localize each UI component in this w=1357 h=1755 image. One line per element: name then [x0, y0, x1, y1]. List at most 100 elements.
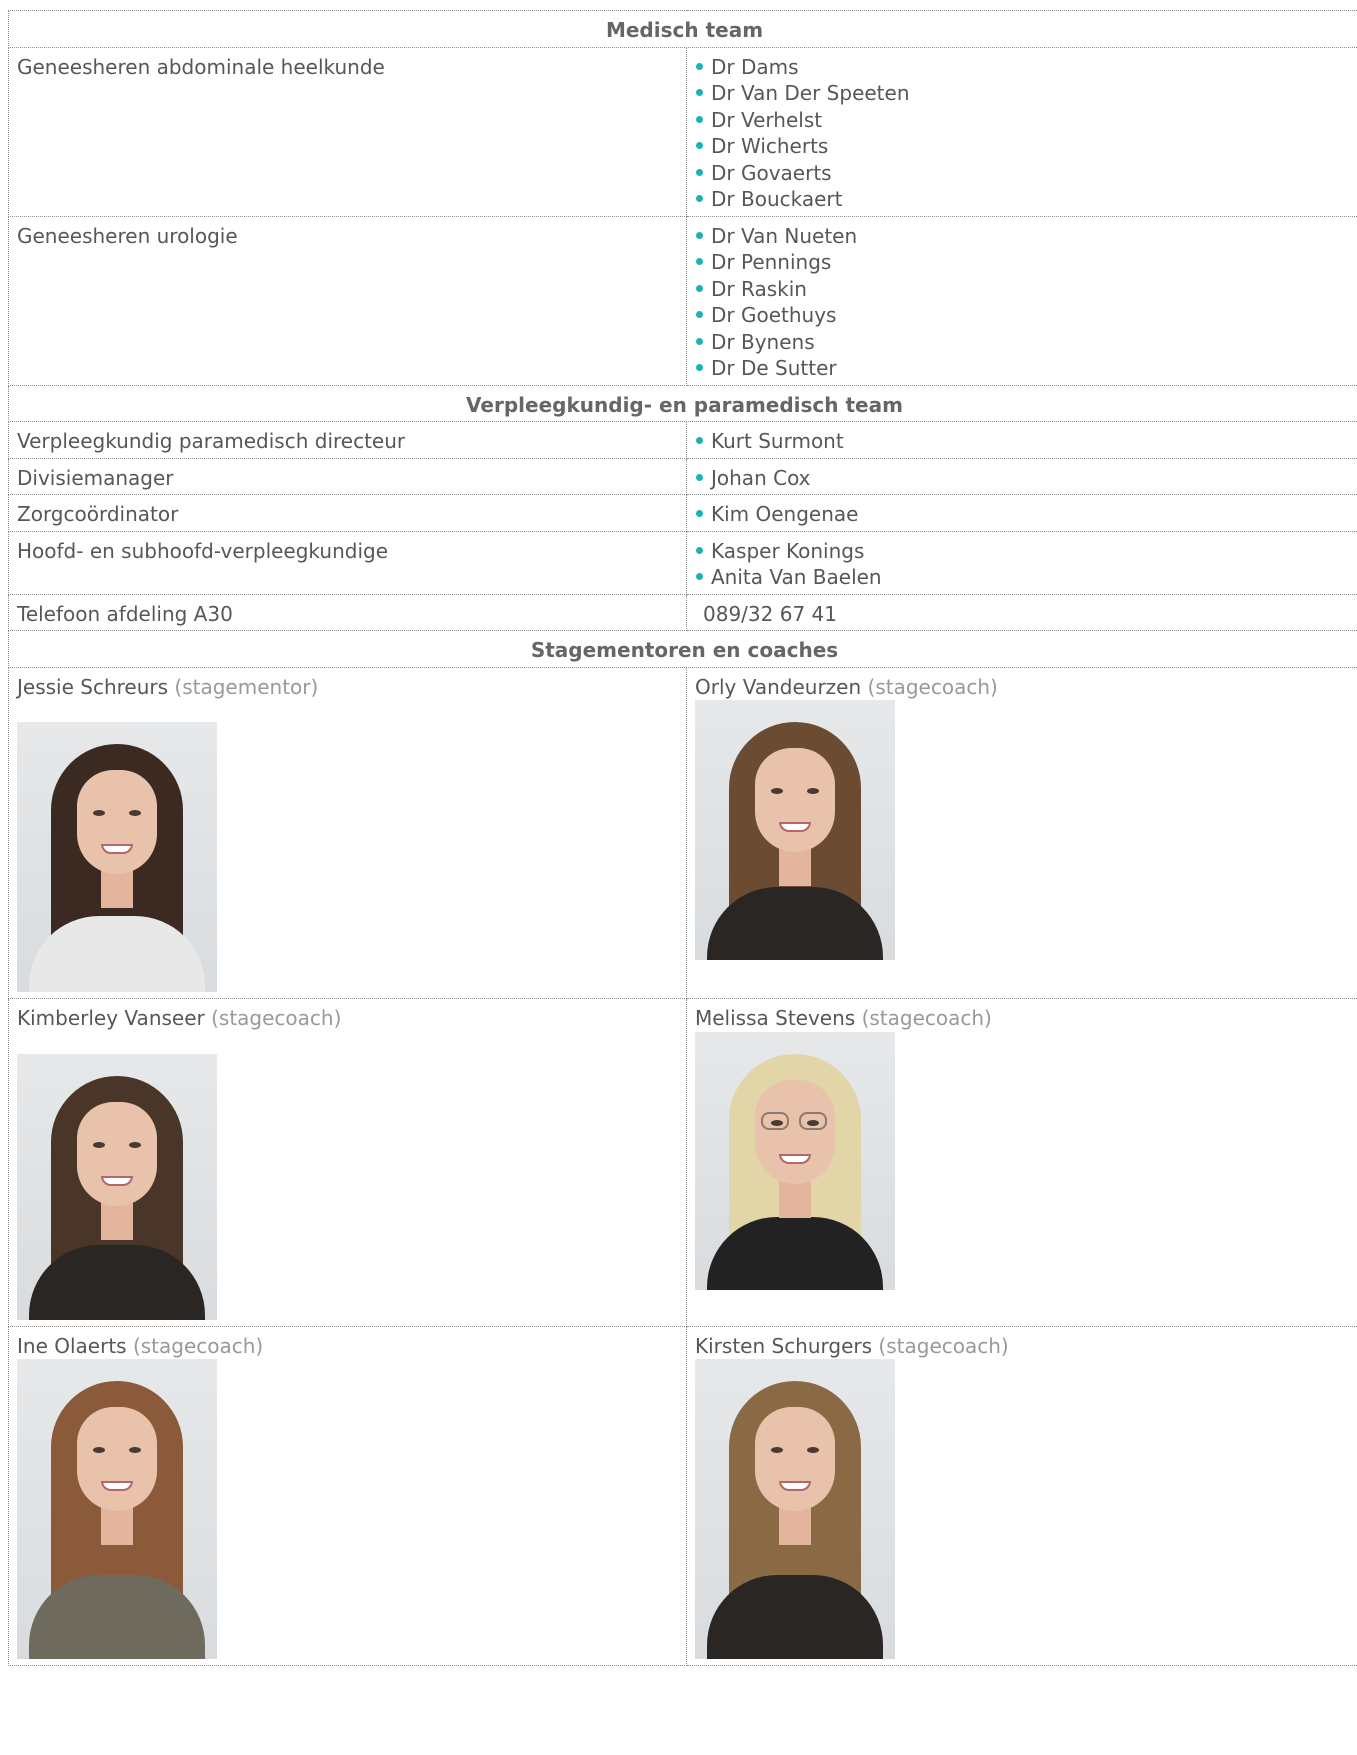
- coach-cell: Melissa Stevens (stagecoach): [686, 998, 1357, 1327]
- coach-name: Kirsten Schurgers: [695, 1333, 873, 1358]
- coach-cell: Jessie Schreurs (stagementor): [8, 666, 687, 999]
- phone-number: 089/32 67 41: [703, 601, 837, 626]
- list-item: Kasper Konings: [695, 538, 1352, 565]
- coach-role: (stagecoach): [132, 1333, 264, 1358]
- coach-role: (stagementor): [174, 674, 319, 699]
- row-label-director: Verpleegkundig paramedisch directeur: [8, 421, 687, 459]
- list-item: Dr Bynens: [695, 329, 1352, 356]
- doctor-list-urology: Dr Van Nueten Dr Pennings Dr Raskin Dr Goet…: [695, 223, 1352, 382]
- list-item: Dr Van Der Speeten: [695, 80, 1352, 107]
- coach-caption: Melissa Stevens (stagecoach): [695, 1005, 1352, 1032]
- row-value-urology: Dr Van Nueten Dr Pennings Dr Raskin Dr Goet…: [686, 215, 1357, 386]
- list-item: Dr De Sutter: [695, 355, 1352, 382]
- bullet-icon: [696, 510, 703, 517]
- person-name: Kasper Konings: [711, 538, 865, 563]
- person-name: Johan Cox: [711, 465, 811, 490]
- coach-name: Kimberley Vanseer: [17, 1006, 205, 1030]
- bullet-icon: [696, 573, 703, 580]
- coach-caption: Kirsten Schurgers (stagecoach): [695, 1333, 1352, 1360]
- list-item: Dr Verhelst: [695, 107, 1352, 134]
- table-row: Divisiemanager Johan Cox: [8, 457, 1357, 495]
- person-name: Kim Oengenae: [711, 502, 859, 526]
- table-row: Zorgcoördinator Kim Oengenae: [8, 494, 1357, 532]
- coach-role: (stagecoach): [878, 1333, 1009, 1358]
- section-header-nursing: Verpleegkundig- en paramedisch team: [8, 384, 1357, 422]
- person-name: Dr Bouckaert: [711, 187, 843, 211]
- table-row: Jessie Schreurs (stagementor) Orly Vande…: [8, 666, 1357, 999]
- row-label-urology: Geneesheren urologie: [8, 215, 687, 386]
- list-item: Dr Pennings: [695, 249, 1352, 276]
- list-item: Dr Bouckaert: [695, 186, 1352, 213]
- list-item: Dr Van Nueten: [695, 223, 1352, 250]
- list-item: Anita Van Baelen: [695, 564, 1352, 591]
- name-list-head: Kasper Konings Anita Van Baelen: [695, 538, 1352, 591]
- row-value-director: Kurt Surmont: [686, 421, 1357, 459]
- person-name: Kurt Surmont: [711, 429, 844, 453]
- bullet-icon: [696, 258, 703, 265]
- row-label-phone: Telefoon afdeling A30: [8, 593, 687, 631]
- name-list-director: Kurt Surmont: [695, 428, 1352, 455]
- bullet-icon: [696, 195, 703, 202]
- list-item: Dr Govaerts: [695, 160, 1352, 187]
- coach-cell: Kimberley Vanseer (stagecoach): [8, 998, 687, 1327]
- row-value-head: Kasper Konings Anita Van Baelen: [686, 530, 1357, 595]
- bullet-icon: [696, 437, 703, 444]
- table-row: Verpleegkundig paramedisch directeur Kur…: [8, 421, 1357, 459]
- bullet-icon: [696, 89, 703, 96]
- coach-photo: [695, 1031, 895, 1290]
- bullet-icon: [696, 337, 703, 345]
- bullet-icon: [696, 364, 703, 371]
- bullet-icon: [696, 231, 703, 239]
- row-label-care: Zorgcoördinator: [8, 494, 687, 532]
- person-name: Dr Van Nueten: [711, 223, 858, 248]
- list-item: Kim Oengenae: [695, 501, 1352, 528]
- section-header-coaches: Stagementoren en coaches: [8, 630, 1357, 668]
- table-row: Ine Olaerts (stagecoach) Kirsten Schurge…: [8, 1325, 1357, 1666]
- coach-photo: [17, 1359, 217, 1659]
- table-row: Geneesheren urologie Dr Van Nueten Dr Pen…: [8, 215, 1357, 386]
- list-item: Dr Wicherts: [695, 133, 1352, 160]
- coach-cell: Ine Olaerts (stagecoach): [8, 1325, 687, 1666]
- coach-role: (stagecoach): [861, 1006, 992, 1030]
- row-label-head: Hoofd- en subhoofd-verpleegkundige: [8, 530, 687, 595]
- bullet-icon: [696, 473, 703, 481]
- person-name: Dr Bynens: [711, 329, 815, 354]
- coach-role: (stagecoach): [211, 1006, 342, 1030]
- row-label-abdominal: Geneesheren abdominale heelkunde: [8, 46, 687, 217]
- person-name: Dr Govaerts: [711, 160, 832, 185]
- table-row: Kimberley Vanseer (stagecoach) Melissa S…: [8, 998, 1357, 1327]
- section-header-medical: Medisch team: [8, 10, 1357, 48]
- coach-cell: Orly Vandeurzen (stagecoach): [686, 666, 1357, 999]
- coach-photo: [17, 1053, 217, 1320]
- table-row: Hoofd- en subhoofd-verpleegkundige Kaspe…: [8, 530, 1357, 595]
- coach-name: Orly Vandeurzen: [695, 674, 862, 699]
- coach-photo: [695, 700, 895, 960]
- coach-cell: Kirsten Schurgers (stagecoach): [686, 1325, 1357, 1666]
- name-list-care: Kim Oengenae: [695, 501, 1352, 528]
- table-row: Geneesheren abdominale heelkunde Dr Dams…: [8, 46, 1357, 217]
- coach-name: Ine Olaerts: [17, 1333, 127, 1358]
- coach-role: (stagecoach): [867, 674, 998, 699]
- person-name: Dr Goethuys: [711, 303, 837, 327]
- list-item: Kurt Surmont: [695, 428, 1352, 455]
- bullet-icon: [696, 168, 703, 176]
- row-label-division: Divisiemanager: [8, 457, 687, 495]
- coach-photo: [695, 1359, 895, 1659]
- bullet-icon: [696, 62, 703, 70]
- coach-caption: Ine Olaerts (stagecoach): [17, 1333, 678, 1360]
- person-name: Dr Van Der Speeten: [711, 81, 910, 105]
- coach-name: Melissa Stevens: [695, 1006, 856, 1030]
- bullet-icon: [696, 142, 703, 149]
- row-value-phone: 089/32 67 41: [686, 593, 1357, 631]
- list-item: Dr Raskin: [695, 276, 1352, 303]
- person-name: Dr Verhelst: [711, 107, 823, 132]
- row-value-division: Johan Cox: [686, 457, 1357, 495]
- table-row: Telefoon afdeling A30 089/32 67 41: [8, 593, 1357, 631]
- team-table: Medisch team Geneesheren abdominale heel…: [8, 10, 1357, 1666]
- list-item: Johan Cox: [695, 465, 1352, 492]
- bullet-icon: [696, 546, 703, 554]
- bullet-icon: [696, 115, 703, 123]
- doctor-list-abdominal: Dr Dams Dr Van Der Speeten Dr Verhelst Dr W…: [695, 54, 1352, 213]
- row-value-care: Kim Oengenae: [686, 494, 1357, 532]
- bullet-icon: [696, 284, 703, 292]
